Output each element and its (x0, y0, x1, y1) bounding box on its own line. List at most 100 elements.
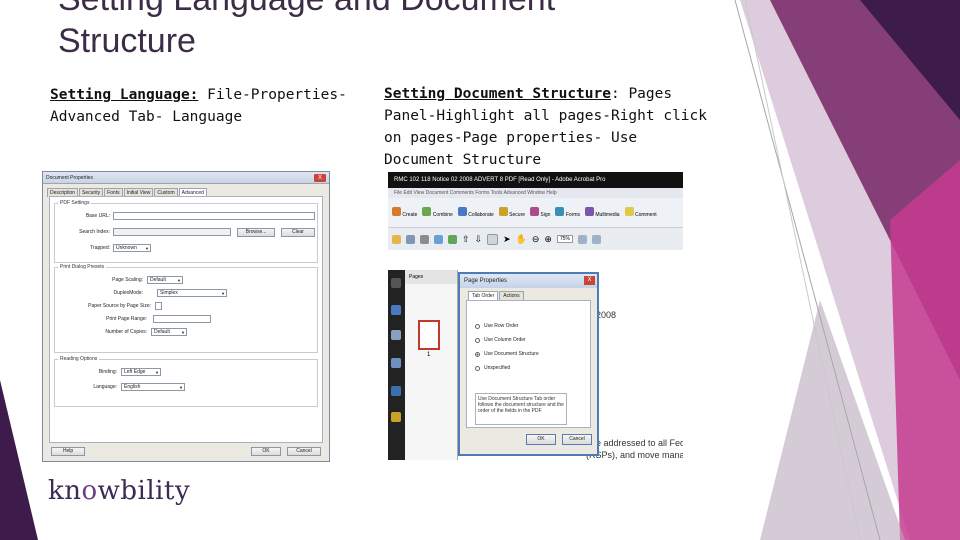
binding-select[interactable]: Left Edge ▼ (121, 368, 161, 376)
tab-tab-order[interactable]: Tab Order (468, 291, 499, 300)
cancel-button[interactable]: Cancel (287, 447, 321, 456)
chevron-down-icon: ▼ (179, 385, 183, 390)
base-url-input[interactable] (113, 212, 315, 220)
fit-page-icon[interactable] (577, 234, 587, 244)
option-column-order[interactable]: Use Column Order (475, 337, 526, 343)
radio-document-structure[interactable] (475, 351, 480, 357)
logo-part-2: wbility (97, 476, 191, 506)
open-folder-icon[interactable] (392, 234, 401, 244)
chevron-down-icon: ▼ (181, 330, 185, 335)
comment-tool[interactable]: Comment (624, 207, 657, 218)
collaborate-label: Collaborate (468, 212, 494, 218)
app-standard-toolbar: ⇧ ⇩ ➤ ✋ ⊖ ⊕ 75% (388, 228, 683, 250)
clear-button[interactable]: Clear (281, 228, 315, 237)
sign-tool[interactable]: Sign (530, 207, 550, 218)
chevron-down-icon: ▼ (221, 291, 225, 296)
arrow-down-icon[interactable]: ⇩ (475, 234, 483, 245)
paper-source-checkbox[interactable] (155, 302, 162, 310)
dialog-titlebar: Document Properties X (43, 172, 329, 184)
secure-tool[interactable]: Secure (498, 207, 525, 218)
search-index-input[interactable] (113, 228, 231, 236)
trapped-select[interactable]: Unknown ▼ (113, 244, 151, 252)
combine-tool[interactable]: Combine (422, 207, 453, 218)
forms-label: Forms (565, 212, 580, 218)
language-select[interactable]: English ▼ (121, 383, 185, 391)
sync-icon[interactable] (448, 234, 457, 244)
zoom-in-icon[interactable]: ⊕ (544, 234, 552, 245)
bookmarks-icon[interactable] (391, 305, 401, 315)
email-icon[interactable] (434, 234, 443, 244)
page-number-field[interactable] (487, 233, 499, 245)
option-document-structure[interactable]: Use Document Structure (475, 351, 539, 357)
option-unspecified[interactable]: Unspecified (475, 365, 510, 371)
sign-label: Sign (540, 212, 551, 218)
pages-panel-header: Pages (405, 270, 457, 284)
signatures-icon[interactable] (391, 330, 401, 340)
duplex-value: Simplex (160, 290, 178, 296)
copies-select[interactable]: Default ▼ (151, 328, 187, 336)
layers-icon[interactable] (391, 358, 401, 368)
create-tool[interactable]: Create (392, 207, 417, 218)
duplex-label: DuplexMode: (113, 290, 143, 296)
cancel-button[interactable]: Cancel (562, 434, 592, 445)
left-instructions: Setting Language: File-Properties-Advanc… (50, 84, 350, 128)
doc-text-line1: e addressed to all Feder (596, 438, 683, 448)
ok-button[interactable]: OK (251, 447, 281, 456)
reading-options-group: Reading Options Binding: Left Edge ▼ Lang… (54, 356, 318, 407)
collaborate-tool[interactable]: Collaborate (457, 207, 494, 218)
tab-actions[interactable]: Actions (499, 291, 524, 300)
dialog-title: Document Properties (46, 174, 93, 181)
close-icon[interactable]: X (314, 173, 326, 182)
page-scaling-select[interactable]: Default ▼ (147, 276, 183, 284)
knowbility-logo: knowbility (48, 476, 190, 506)
zoom-out-icon[interactable]: ⊖ (532, 234, 540, 245)
comment-icon (624, 207, 634, 216)
page-properties-titlebar: Page Properties X (460, 274, 597, 288)
doc-text-line2: (RSPs), and move manag (586, 450, 683, 460)
tags-icon[interactable] (391, 386, 401, 396)
chevron-down-icon: ▼ (145, 246, 149, 251)
save-icon[interactable] (406, 234, 415, 244)
combine-icon (422, 207, 432, 216)
page-thumbnail[interactable] (418, 320, 440, 350)
zoom-field[interactable]: 75% (556, 235, 573, 243)
app-menubar[interactable]: File Edit View Document Comments Forms T… (388, 188, 683, 198)
duplex-select[interactable]: Simplex ▼ (157, 289, 227, 297)
pages-icon[interactable] (391, 278, 401, 288)
fit-width-icon[interactable] (591, 234, 601, 244)
radio-unspecified[interactable] (475, 365, 480, 371)
print-ranges-input[interactable] (153, 315, 211, 323)
deco-triangle-pink (890, 160, 960, 540)
thumbnail-number: 1 (427, 352, 431, 358)
collaborate-icon (457, 207, 467, 216)
reading-options-label: Reading Options (58, 356, 100, 362)
print-icon[interactable] (420, 234, 429, 244)
radio-row-order[interactable] (475, 323, 480, 329)
cursor-icon[interactable]: ➤ (503, 234, 511, 245)
hand-icon[interactable]: ✋ (516, 234, 527, 245)
close-icon[interactable]: X (584, 276, 595, 285)
ok-button[interactable]: OK (526, 434, 556, 445)
print-presets-group: Print Dialog Presets Page Scaling: Defau… (54, 264, 318, 353)
trapped-value: Unknown (116, 245, 137, 251)
multimedia-tool[interactable]: Multimedia (584, 207, 620, 218)
option-label: Unspecified (484, 365, 511, 371)
app-titlebar: RMC 102 118 Notice 02 2008 ADVERT 8 PDF … (388, 172, 683, 188)
help-button[interactable]: Help (51, 447, 85, 456)
forms-tool[interactable]: Forms (555, 207, 580, 218)
arrow-up-icon[interactable]: ⇧ (462, 234, 470, 245)
attachments-icon[interactable] (391, 412, 401, 422)
pdf-settings-label: PDF Settings (58, 200, 92, 206)
forms-icon (555, 207, 565, 216)
pages-panel: Pages 1 (405, 270, 458, 460)
radio-column-order[interactable] (475, 337, 480, 343)
dialog-body: PDF Settings Base URL: Search Index: Bro… (49, 196, 323, 443)
create-label: Create (402, 212, 418, 218)
right-instructions: Setting Document Structure: Pages Panel-… (384, 83, 714, 171)
print-ranges-label: Print Page Range: (106, 316, 147, 322)
left-instructions-label: Setting Language: (50, 87, 199, 103)
binding-value: Left Edge (124, 369, 146, 375)
browse-button[interactable]: Browse... (237, 228, 275, 237)
doc-text-year: 2008 (596, 310, 617, 320)
option-row-order[interactable]: Use Row Order (475, 323, 518, 329)
